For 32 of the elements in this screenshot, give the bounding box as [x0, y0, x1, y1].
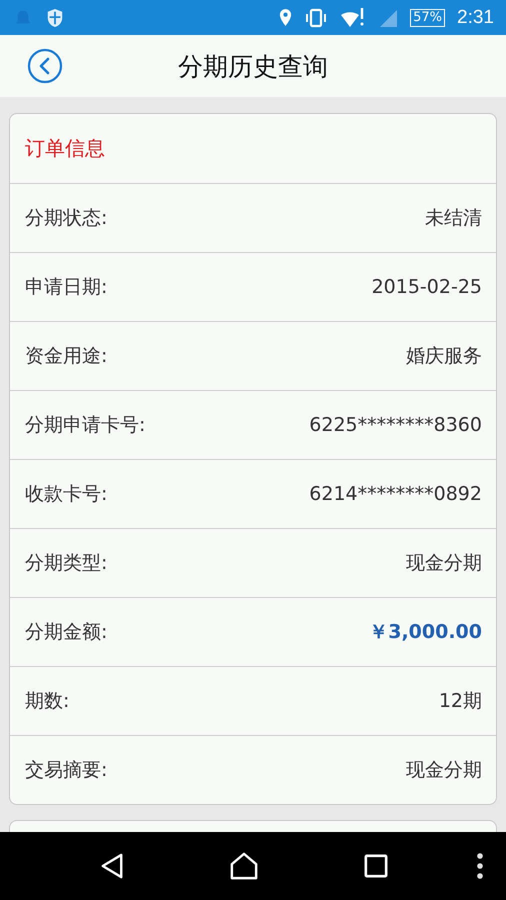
location-icon — [279, 8, 292, 27]
recent-apps-icon[interactable] — [364, 854, 388, 878]
field-label: 收款卡号: — [25, 482, 108, 507]
field-value: 未结清 — [425, 206, 482, 231]
field-label: 资金用途: — [25, 344, 108, 369]
home-icon[interactable] — [230, 852, 258, 880]
field-label: 期数: — [25, 689, 70, 714]
field-label: 分期申请卡号: — [25, 413, 146, 438]
more-icon[interactable] — [476, 852, 484, 880]
field-value: 6225********8360 — [309, 414, 482, 436]
wifi-icon — [340, 6, 366, 28]
field-label: 交易摘要: — [25, 758, 108, 783]
section-title: 订单信息 — [25, 135, 105, 162]
field-value: 2015-02-25 — [372, 276, 482, 298]
field-label: 分期金额: — [25, 620, 108, 645]
field-value: 婚庆服务 — [406, 344, 482, 369]
field-label: 分期类型: — [25, 551, 108, 576]
field-value: 6214********0892 — [309, 483, 482, 505]
back-button[interactable] — [27, 48, 63, 84]
back-icon[interactable] — [100, 852, 124, 880]
page-title: 分期历史查询 — [178, 50, 328, 82]
shield-icon — [46, 8, 64, 28]
signal-icon — [378, 8, 398, 28]
field-value: 现金分期 — [406, 758, 482, 783]
field-value: 12期 — [438, 689, 482, 714]
field-label: 分期状态: — [25, 206, 108, 231]
amount-value: ￥3,000.00 — [369, 620, 482, 645]
clock-time: 2:31 — [457, 6, 494, 28]
field-value: 现金分期 — [406, 551, 482, 576]
field-label: 申请日期: — [25, 275, 108, 300]
vibrate-icon — [304, 8, 328, 28]
battery-level: 57% — [410, 8, 446, 26]
